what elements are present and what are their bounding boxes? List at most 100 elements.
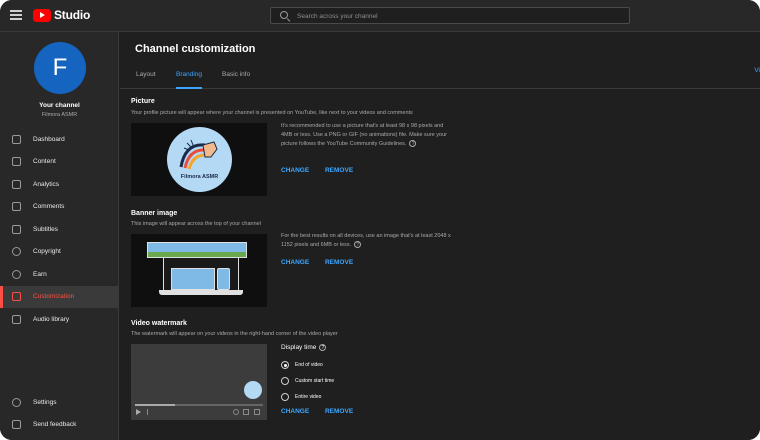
watermark-thumbnail	[244, 381, 262, 399]
help-icon[interactable]: ?	[354, 241, 362, 249]
radio-label: End of video	[295, 362, 323, 368]
banner-info: For the best results on all devices, use…	[281, 232, 451, 250]
laptop-base-illustration	[159, 290, 243, 295]
page-title: Channel customization	[135, 43, 256, 55]
content-icon	[12, 157, 21, 167]
customization-icon	[12, 292, 21, 302]
banner-change-button[interactable]: CHANGE	[281, 259, 309, 266]
fullscreen-icon	[254, 409, 260, 415]
radio-custom-start-time[interactable]: Custom start time	[281, 373, 334, 389]
sidebar-item-label: Dashboard	[33, 135, 65, 143]
banner-title: Banner image	[131, 210, 178, 217]
sidebar-item-dashboard[interactable]: Dashboard	[0, 128, 119, 151]
watermark-title: Video watermark	[131, 320, 187, 327]
radio-end-of-video[interactable]: End of video	[281, 357, 334, 373]
sidebar-item-label: Copyright	[33, 248, 61, 256]
sidebar-item-copyright[interactable]: Copyright	[0, 241, 119, 264]
sidebar-item-earn[interactable]: Earn	[0, 263, 119, 286]
studio-window: Studio F Your channel Filmora ASMR Dashb…	[0, 0, 760, 440]
tablet-illustration	[171, 268, 215, 290]
phone-illustration	[217, 268, 230, 290]
banner-actions: CHANGE REMOVE	[281, 259, 367, 266]
dashboard-icon	[12, 134, 21, 144]
watermark-video-preview	[131, 344, 267, 420]
watermark-remove-button[interactable]: REMOVE	[325, 408, 353, 415]
copyright-icon	[12, 247, 21, 257]
sidebar-item-label: Comments	[33, 203, 65, 211]
tab-branding[interactable]: Branding	[176, 71, 203, 89]
sidebar: F Your channel Filmora ASMR Dashboard Co…	[0, 32, 119, 440]
next-icon	[147, 409, 153, 415]
player-controls	[135, 408, 263, 416]
radio-button-checked[interactable]	[281, 361, 289, 369]
display-time-options: End of video Custom start time Entire vi…	[281, 357, 334, 405]
analytics-icon	[12, 179, 21, 189]
search-input[interactable]	[297, 10, 617, 22]
tab-basic-info[interactable]: Basic info	[222, 71, 250, 89]
banner-preview	[131, 234, 267, 307]
profile-picture-label: Filmora ASMR	[180, 174, 219, 180]
channel-name: Filmora ASMR	[41, 112, 78, 118]
sidebar-item-content[interactable]: Content	[0, 151, 119, 174]
sidebar-item-comments[interactable]: Comments	[0, 196, 119, 219]
sidebar-item-settings[interactable]: Settings	[0, 391, 119, 414]
banner-description: This image will appear across the top of…	[131, 221, 261, 227]
banner-remove-button[interactable]: REMOVE	[325, 259, 353, 266]
avatar[interactable]: F	[34, 42, 86, 94]
radio-entire-video[interactable]: Entire video	[281, 389, 334, 405]
watermark-description: The watermark will appear on your videos…	[131, 331, 338, 337]
sidebar-item-label: Settings	[33, 398, 57, 406]
sidebar-item-label: Customization	[33, 293, 75, 301]
picture-title: Picture	[131, 98, 155, 105]
gear-icon	[233, 409, 239, 415]
your-channel-label: Your channel	[39, 102, 80, 109]
miniplayer-icon	[243, 409, 249, 415]
audio-library-icon	[12, 314, 21, 324]
play-icon	[136, 409, 141, 415]
display-time-label: Display time?	[281, 344, 327, 351]
sidebar-item-send-feedback[interactable]: Send feedback	[0, 414, 119, 437]
picture-info: It's recommended to use a picture that's…	[281, 122, 451, 149]
earn-icon	[12, 269, 21, 279]
sidebar-item-label: Audio library	[33, 315, 70, 323]
help-icon[interactable]: ?	[319, 344, 327, 351]
banner-info-text: For the best results on all devices, use…	[281, 233, 451, 248]
sidebar-item-label: Send feedback	[33, 421, 77, 429]
subtitles-icon	[12, 224, 21, 234]
sidebar-item-customization[interactable]: Customization	[0, 285, 119, 308]
profile-picture: Filmora ASMR	[167, 127, 232, 192]
studio-logo[interactable]: Studio	[33, 8, 90, 22]
sidebar-item-label: Analytics	[33, 180, 60, 188]
tv-illustration	[147, 242, 247, 258]
help-icon[interactable]: ?	[409, 140, 417, 148]
radio-button[interactable]	[281, 377, 289, 385]
feedback-icon	[12, 420, 21, 430]
gear-icon	[12, 397, 21, 407]
logo-text: Studio	[54, 8, 91, 22]
sidebar-item-label: Content	[33, 158, 56, 166]
tv-grass	[148, 252, 246, 257]
picture-info-text: It's recommended to use a picture that's…	[281, 123, 447, 147]
picture-remove-button[interactable]: REMOVE	[325, 167, 353, 174]
top-bar: Studio	[0, 0, 760, 32]
search-bar[interactable]	[270, 7, 630, 24]
picture-change-button[interactable]: CHANGE	[281, 167, 309, 174]
search-icon[interactable]	[280, 11, 288, 19]
progress-bar	[135, 404, 263, 406]
radio-button[interactable]	[281, 393, 289, 401]
profile-picture-preview: Filmora ASMR	[131, 123, 267, 196]
radio-label: Entire video	[295, 394, 322, 400]
main-content: Channel customization Vi Layout Branding…	[120, 32, 760, 440]
sidebar-item-label: Earn	[33, 270, 47, 278]
comments-icon	[12, 202, 21, 212]
hamburger-menu-icon[interactable]	[10, 10, 22, 20]
sidebar-bottom-nav: Settings Send feedback	[0, 391, 119, 436]
sidebar-item-subtitles[interactable]: Subtitles	[0, 218, 119, 241]
volume-icon	[159, 409, 165, 415]
sidebar-item-label: Subtitles	[33, 225, 58, 233]
sidebar-item-analytics[interactable]: Analytics	[0, 173, 119, 196]
tab-layout[interactable]: Layout	[136, 71, 156, 89]
filmora-rainbow-icon	[179, 139, 218, 170]
watermark-change-button[interactable]: CHANGE	[281, 408, 309, 415]
sidebar-item-audio-library[interactable]: Audio library	[0, 308, 119, 331]
